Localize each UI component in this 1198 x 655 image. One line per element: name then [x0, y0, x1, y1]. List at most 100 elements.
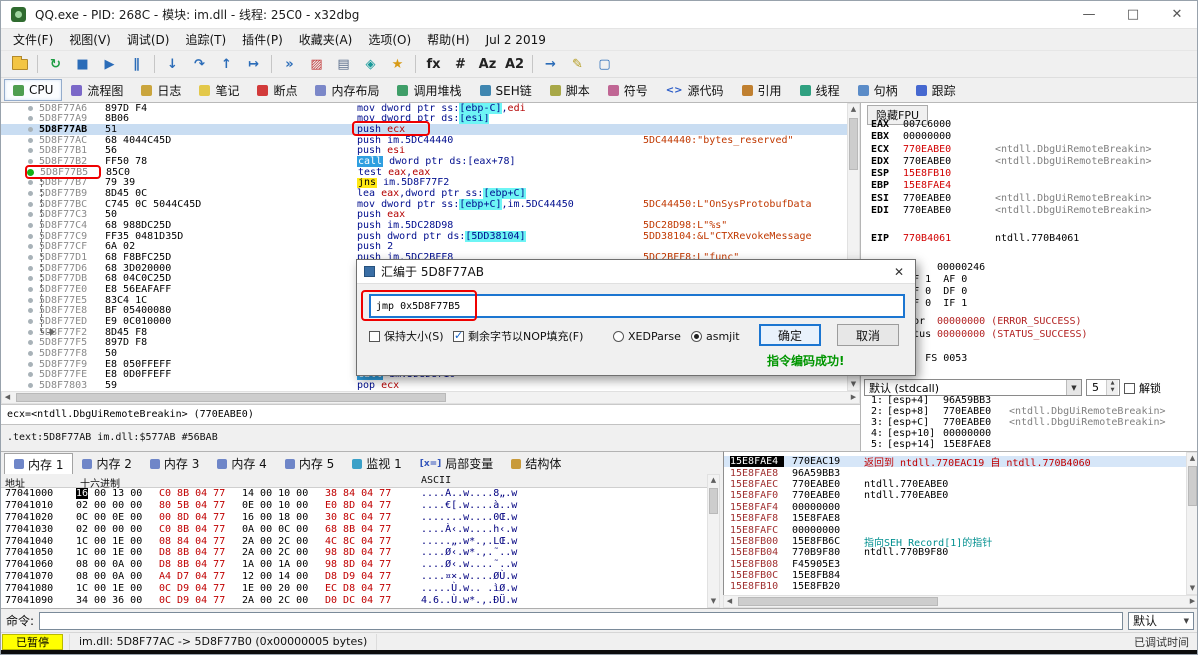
- dump-row[interactable]: 77041050 1C 00 1E 00 D8 8B 04 77 2A 00 2C 0…: [1, 547, 707, 559]
- strings-button[interactable]: Az: [475, 53, 500, 76]
- scroll-up-icon[interactable]: ▲: [1187, 453, 1197, 464]
- display-button[interactable]: ▢: [592, 53, 617, 76]
- argument-row[interactable]: 3: [esp+C] 770EABE0 <ntdll.DbgUiRemoteBreak…: [871, 417, 1197, 428]
- disasm-hscrollbar[interactable]: ◀ ▶: [1, 391, 860, 404]
- step-into-button[interactable]: ↓: [160, 53, 185, 76]
- disasm-row[interactable]: 5D8F7803 59 pop ecx: [1, 380, 847, 391]
- ok-button[interactable]: 确定: [759, 324, 821, 346]
- bottom-tab-memory[interactable]: 内存 4: [208, 453, 275, 474]
- menu-item[interactable]: 选项(O): [360, 29, 419, 50]
- disasm-row[interactable]: 5D8F77A6 897D F4 mov dword ptr ss:[ebp-C],…: [1, 103, 847, 114]
- calculator-button[interactable]: fx: [421, 53, 446, 76]
- tab-notes[interactable]: 笔记: [190, 78, 248, 103]
- row-dot[interactable]: [28, 137, 33, 143]
- row-dot[interactable]: [28, 265, 33, 271]
- goto-button[interactable]: →: [538, 53, 563, 76]
- xedparse-radio[interactable]: XEDParse: [613, 328, 681, 344]
- tab-call-stack[interactable]: 调用堆栈: [388, 78, 470, 103]
- run-button[interactable]: ▶: [97, 53, 122, 76]
- stack-vscrollbar[interactable]: ▲ ▼: [1186, 452, 1197, 595]
- disasm-row[interactable]: 5D8F77A9 8B06 mov dword ptr ds:[esi]: [1, 113, 847, 125]
- stack-row[interactable]: 15E8FB10 15E8FB20: [724, 581, 1186, 592]
- disasm-row[interactable]: 5D8F77AC 68 4044C45D push im.5DC44440 5DC44…: [1, 135, 847, 146]
- register-row[interactable]: ECX 770EABE0 <ntdll.DbgUiRemoteBreakin>: [871, 144, 1197, 156]
- row-dot[interactable]: [28, 372, 33, 378]
- row-dot[interactable]: [28, 340, 33, 346]
- register-row[interactable]: ESP 15E8FB10: [871, 168, 1197, 180]
- register-row[interactable]: EDI 770EABE0 <ntdll.DbgUiRemoteBreakin>: [871, 205, 1197, 217]
- scroll-up-icon[interactable]: ▲: [848, 104, 859, 115]
- bottom-tab-memory[interactable]: 内存 3: [141, 453, 208, 474]
- animate-button[interactable]: »: [277, 53, 302, 76]
- chevron-down-icon[interactable]: ▼: [1066, 380, 1081, 395]
- row-dot[interactable]: [28, 105, 33, 111]
- dump-row[interactable]: 77041060 08 00 0A 00 D8 8B 04 77 1A 00 1A 0…: [1, 559, 707, 571]
- step-out-button[interactable]: ↑: [214, 53, 239, 76]
- hash-button[interactable]: #: [448, 53, 473, 76]
- pause-button[interactable]: ∥: [124, 53, 149, 76]
- dump-pane[interactable]: 77041000 16 00 13 00 C0 8B 04 77 14 00 10 0…: [1, 488, 707, 608]
- dump-row[interactable]: 77041070 08 00 0A 00 A4 D7 04 77 12 00 14 0…: [1, 571, 707, 583]
- stack-row[interactable]: 15E8FAF0 770EABE0 ntdll.770EABE0: [724, 490, 1186, 501]
- bottom-tab-memory[interactable]: 内存 1: [4, 453, 74, 474]
- stack-row[interactable]: 15E8FB04 770B9F80 ntdll.770B9F80: [724, 547, 1186, 558]
- row-dot[interactable]: [28, 318, 33, 324]
- tab-source[interactable]: <> 源代码: [657, 78, 733, 103]
- row-dot[interactable]: [28, 223, 33, 229]
- spinner-arrows-icon[interactable]: ▲ ▼: [1106, 380, 1118, 395]
- row-dot[interactable]: [28, 276, 33, 282]
- step-over-button[interactable]: ↷: [187, 53, 212, 76]
- argument-row[interactable]: 2: [esp+8] 770EABE0 <ntdll.DbgUiRemoteBreak…: [871, 406, 1197, 417]
- asmjit-radio[interactable]: asmjit: [691, 328, 740, 344]
- disasm-row[interactable]: 5D8F77B9 8D45 0C lea eax,dword ptr ss:[ebp…: [1, 188, 847, 199]
- cancel-button[interactable]: 取消: [837, 324, 899, 346]
- register-row[interactable]: EAX 007C6000: [871, 119, 1197, 131]
- row-dot[interactable]: [28, 201, 33, 207]
- disasm-row[interactable]: 5D8F77B2 FF50 78 call dword ptr ds:[eax+78…: [1, 156, 847, 167]
- command-profile-dropdown[interactable]: 默认 ▼: [1128, 611, 1194, 630]
- disasm-row[interactable]: 5D8F77AB 51 push ecx: [1, 124, 847, 135]
- disasm-row[interactable]: 5D8F77C4 68 988DC25D push im.5DC28D98 5DC28…: [1, 220, 847, 231]
- row-dot[interactable]: [28, 382, 33, 388]
- close-button[interactable]: ✕: [1155, 1, 1197, 29]
- dump-row[interactable]: 77041010 02 00 00 00 80 5B 04 77 0E 00 10 0…: [1, 500, 707, 512]
- stack-row[interactable]: 15E8FB08 F45905E3: [724, 559, 1186, 570]
- disasm-row[interactable]: 5D8F77B7 79 39 jns im.5D8F77F2: [1, 177, 847, 189]
- disasm-row[interactable]: 5D8F77CF 6A 02 push 2: [1, 242, 847, 252]
- row-dot[interactable]: [28, 212, 33, 218]
- open-file-button[interactable]: [7, 53, 32, 76]
- tab-trace[interactable]: 跟踪: [907, 78, 965, 103]
- menu-item[interactable]: 视图(V): [61, 29, 119, 50]
- run-to-return-button[interactable]: ↦: [241, 53, 266, 76]
- scroll-down-icon[interactable]: ▼: [1187, 583, 1197, 594]
- row-dot[interactable]: [28, 297, 33, 303]
- scrollbar-thumb[interactable]: [1188, 466, 1197, 506]
- stack-row[interactable]: 15E8FB0C 15E8FB84: [724, 570, 1186, 581]
- bottom-tab-memory[interactable]: 内存 5: [276, 453, 343, 474]
- minimize-button[interactable]: —: [1067, 1, 1111, 29]
- argument-depth-spinner[interactable]: 5 ▲ ▼: [1086, 379, 1120, 396]
- register-row[interactable]: EBX 00000000: [871, 131, 1197, 143]
- scroll-left-icon[interactable]: ◀: [2, 392, 13, 403]
- row-dot[interactable]: [28, 244, 33, 250]
- bottom-tab-memory[interactable]: 内存 2: [73, 453, 140, 474]
- tab-threads[interactable]: 线程: [791, 78, 849, 103]
- row-dot[interactable]: [28, 361, 33, 367]
- assemble-button[interactable]: A2: [502, 53, 527, 76]
- row-dot[interactable]: [28, 286, 33, 292]
- argument-row[interactable]: 5: [esp+14] 15E8FAE8: [871, 439, 1197, 450]
- register-row[interactable]: EBP 15E8FAE4: [871, 180, 1197, 192]
- bottom-tab-locals[interactable]: [x=] 局部变量: [411, 453, 503, 474]
- row-dot[interactable]: [28, 116, 33, 122]
- register-row[interactable]: EDX 770EABE0 <ntdll.DbgUiRemoteBreakin>: [871, 156, 1197, 168]
- stop-button[interactable]: ■: [70, 53, 95, 76]
- keep-size-checkbox[interactable]: 保持大小(S): [369, 328, 444, 344]
- command-input[interactable]: [39, 611, 1123, 630]
- row-dot[interactable]: [28, 233, 33, 239]
- assembly-input[interactable]: jmp 0x5D8F77B5: [369, 294, 905, 318]
- dump-vscrollbar[interactable]: ▲ ▼: [707, 474, 720, 608]
- notes-button[interactable]: ✎: [565, 53, 590, 76]
- tab-memory-map[interactable]: 内存布局: [306, 78, 388, 103]
- scrollbar-thumb[interactable]: [738, 597, 938, 606]
- row-dot[interactable]: [28, 191, 33, 197]
